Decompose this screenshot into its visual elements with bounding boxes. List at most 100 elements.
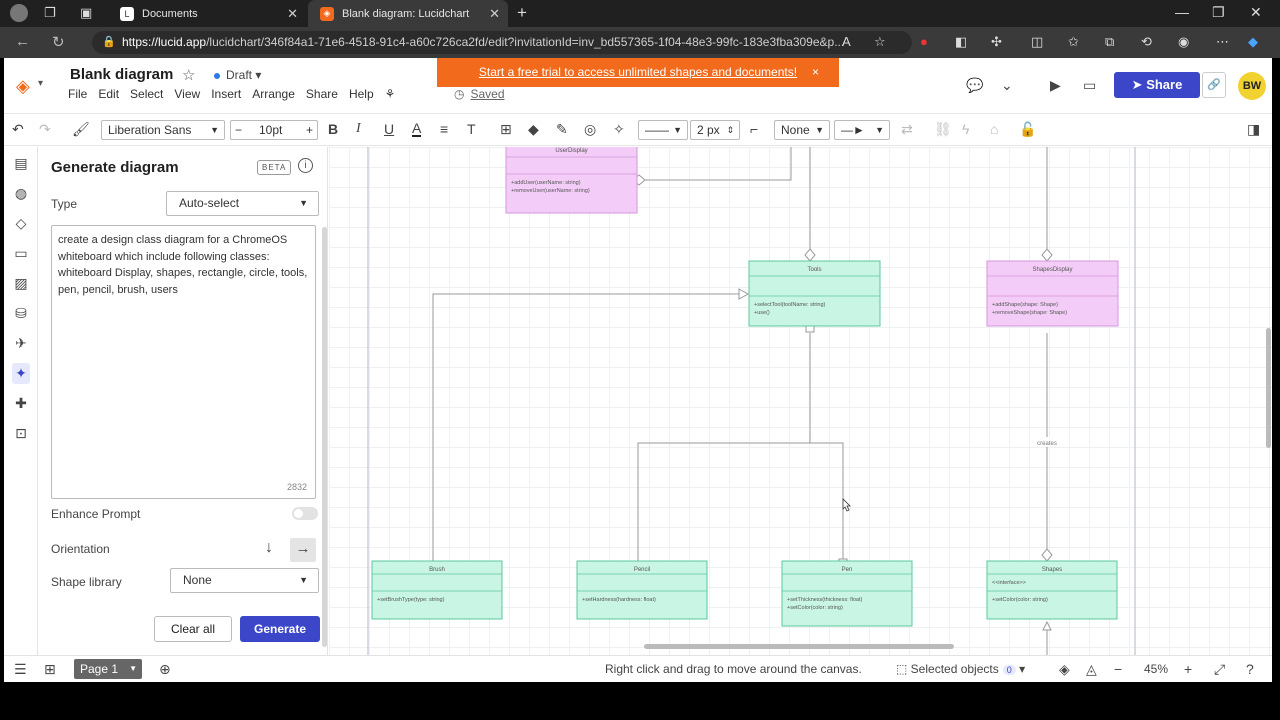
add-page-icon[interactable]: ⊕ [159, 661, 171, 678]
maximize-icon[interactable]: ❐ [1212, 4, 1225, 21]
grid-view-icon[interactable]: ⊞ [44, 661, 56, 678]
align-icon[interactable]: ≡ [440, 121, 448, 137]
extensions-icon[interactable]: ✣ [991, 34, 1002, 50]
class-userdisplay[interactable]: UserDisplay +addUser(userName: string) +re… [505, 147, 638, 214]
shape-style-icon[interactable]: ◎ [584, 121, 596, 138]
chevron-down-icon[interactable]: ⌄ [1001, 77, 1013, 94]
refresh-icon[interactable]: ↻ [52, 33, 65, 51]
shapes-icon[interactable]: ◇ [12, 215, 30, 232]
panel-scrollbar[interactable] [322, 227, 327, 647]
trial-banner[interactable]: Start a free trial to access unlimited s… [437, 58, 839, 87]
info-icon[interactable]: i [298, 158, 313, 173]
connector-userdisplay[interactable] [639, 147, 792, 181]
new-tab-icon[interactable]: + [517, 3, 527, 23]
split-screen-icon[interactable]: ◫ [1031, 34, 1043, 50]
minimize-icon[interactable]: — [1175, 4, 1189, 20]
redo-icon[interactable]: ↷ [39, 121, 51, 138]
fullscreen-icon[interactable]: ⤢ [1214, 661, 1225, 678]
collaborate-icon[interactable]: ⚘ [385, 87, 396, 101]
help-icon[interactable]: ? [1246, 661, 1254, 677]
class-pen[interactable]: Pen +setThickness(thickness: float) +setCo… [781, 560, 913, 627]
saved-status[interactable]: ◷ Saved [454, 87, 505, 101]
canvas-horizontal-scrollbar[interactable] [644, 644, 954, 649]
underline-icon[interactable]: U [384, 121, 394, 137]
font-select[interactable]: Liberation Sans ▼ [101, 120, 225, 140]
url-field[interactable]: 🔒 https://lucid.app/lucidchart/346f84a1-… [92, 31, 912, 54]
rocket-icon[interactable]: ✈ [12, 335, 30, 352]
share-button[interactable]: ➤ Share [1114, 72, 1200, 98]
menu-insert[interactable]: Insert [211, 87, 241, 101]
copilot-icon[interactable]: ◆ [1248, 34, 1258, 50]
line-color-icon[interactable]: ✎ [556, 121, 568, 138]
class-tools[interactable]: Tools +selectTool(toolName: string) +use() [748, 260, 881, 327]
line-style-select[interactable]: —— ▼ [638, 120, 688, 140]
connector-brush-tools[interactable] [432, 293, 739, 566]
zoom-in-icon[interactable]: + [1184, 661, 1192, 677]
integrations-icon[interactable]: ✚ [12, 395, 30, 412]
collections-icon[interactable]: ⧉ [1105, 34, 1114, 50]
shape-library-select[interactable]: None ▼ [170, 568, 319, 593]
more-icon[interactable]: ⋯ [1216, 34, 1229, 50]
table-icon[interactable]: ⊞ [500, 121, 512, 138]
menu-view[interactable]: View [174, 87, 200, 101]
import-icon[interactable]: ⊡ [12, 425, 30, 442]
lucid-logo-icon[interactable]: ◈ [16, 76, 36, 96]
link-icon[interactable]: ⛓ [934, 121, 952, 138]
panel-toggle-icon[interactable]: ◨ [1247, 121, 1260, 138]
ai-generate-icon[interactable]: ✦ [12, 363, 30, 384]
magic-wand-icon[interactable]: ✧ [613, 121, 625, 138]
line-shape-icon[interactable]: ⌐ [750, 121, 758, 137]
diagram-canvas[interactable]: UserDisplay +addUser(userName: string) +re… [329, 147, 1272, 655]
class-pencil[interactable]: Pencil +setHardness(hardness: float) [576, 560, 708, 620]
document-title[interactable]: Blank diagram [70, 66, 173, 83]
zoom-out-icon[interactable]: − [1114, 661, 1122, 677]
generate-button[interactable]: Generate [240, 616, 320, 642]
font-size-stepper[interactable]: − 10pt + [230, 120, 318, 140]
pages-icon[interactable]: ▤ [12, 155, 30, 172]
shapes-drop-icon[interactable]: ◍ [12, 185, 30, 202]
enhance-prompt-toggle[interactable] [292, 507, 318, 520]
zoom-level[interactable]: 45% [1144, 662, 1168, 676]
vpn-icon[interactable]: ◉ [1178, 34, 1189, 50]
navigate-icon[interactable]: ◬ [1086, 661, 1097, 678]
history-icon[interactable]: ⟲ [1141, 34, 1152, 50]
status-badge[interactable]: Draft ▾ [214, 68, 261, 82]
close-tab-icon[interactable]: ✕ [287, 6, 298, 22]
connector-pencil-pen[interactable] [637, 442, 844, 566]
chevron-down-icon[interactable]: ▾ [38, 78, 43, 89]
class-brush[interactable]: Brush +setBrushType(type: string) [371, 560, 503, 620]
workspaces-icon[interactable]: ❐ [44, 5, 56, 21]
format-painter-icon[interactable]: 🖌 [72, 121, 90, 138]
templates-icon[interactable]: ▭ [12, 245, 30, 262]
class-shapes[interactable]: Shapes <<interface>> +setColor(color: stri… [986, 560, 1118, 620]
arrow-down-icon[interactable]: ↓ [265, 539, 273, 557]
text-color-icon[interactable]: A [412, 121, 422, 137]
arrow-right-icon[interactable]: → [290, 538, 316, 562]
clear-all-button[interactable]: Clear all [154, 616, 232, 642]
undo-icon[interactable]: ↶ [12, 121, 24, 138]
extension-icon[interactable]: ● [920, 34, 928, 49]
menu-help[interactable]: Help [349, 87, 374, 101]
layers-icon[interactable]: ◈ [1059, 661, 1070, 678]
menu-arrange[interactable]: Arrange [252, 87, 295, 101]
selected-objects[interactable]: ⬚ Selected objects 0 ▾ [896, 662, 1025, 676]
decrease-icon[interactable]: − [235, 121, 242, 139]
tab-actions-icon[interactable]: ▣ [80, 5, 92, 21]
data-icon[interactable]: ⛁ [12, 305, 30, 322]
lightning-icon[interactable]: ϟ [962, 121, 969, 137]
lock-icon[interactable]: 🔓 [1019, 121, 1036, 138]
close-window-icon[interactable]: ✕ [1250, 4, 1262, 21]
canvas-vertical-scrollbar[interactable] [1266, 328, 1271, 448]
prompt-textarea[interactable]: create a design class diagram for a Chro… [51, 225, 316, 499]
tab-lucidchart[interactable]: ◈ Blank diagram: Lucidchart ✕ [308, 0, 508, 27]
class-shapesdisplay[interactable]: ShapesDisplay +addShape(shape: Shape) +rem… [986, 260, 1119, 327]
comments-icon[interactable]: 💬 [966, 77, 983, 94]
present-icon[interactable]: ▶ [1050, 77, 1061, 94]
text-options-icon[interactable]: T [467, 121, 476, 137]
trial-link[interactable]: Start a free trial to access unlimited s… [479, 65, 797, 79]
stroke-width-select[interactable]: 2 px ⇕ [690, 120, 740, 140]
fill-color-icon[interactable]: ◆ [528, 121, 539, 138]
list-view-icon[interactable]: ☰ [14, 661, 27, 678]
image-icon[interactable]: ▨ [12, 275, 30, 292]
menu-share[interactable]: Share [306, 87, 338, 101]
